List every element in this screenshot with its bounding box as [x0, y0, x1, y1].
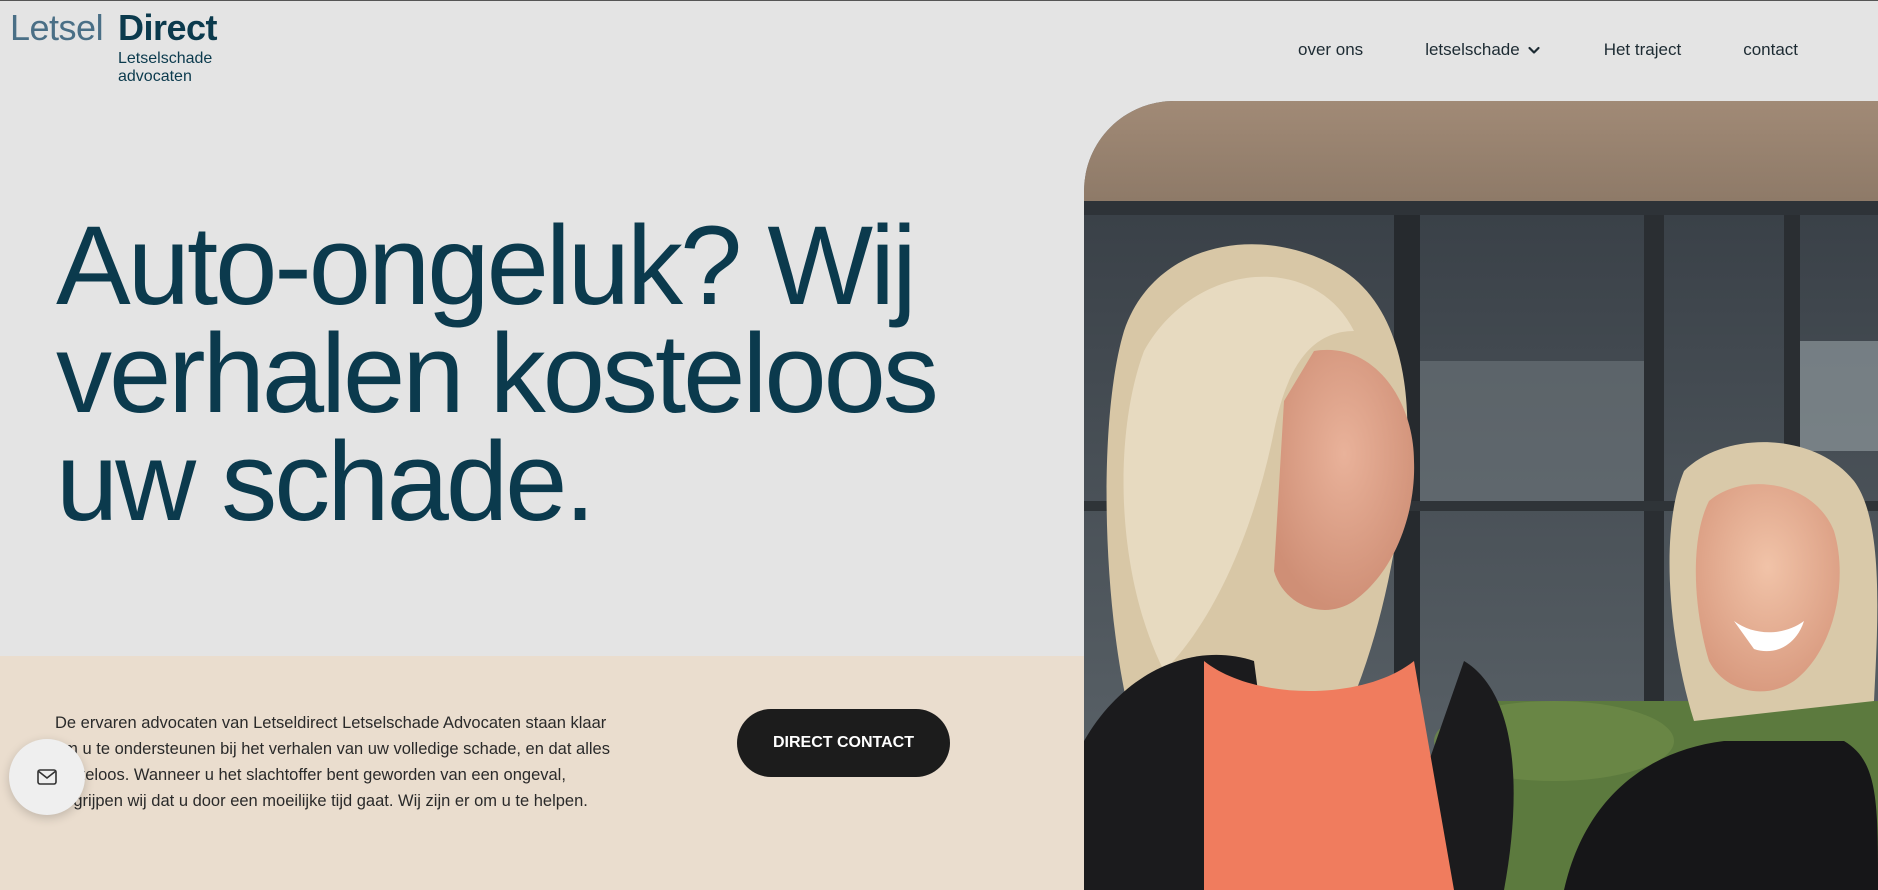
- nav-item-het-traject[interactable]: Het traject: [1604, 40, 1681, 60]
- nav-item-label: letselschade: [1425, 40, 1520, 59]
- hero-headline: Auto-ongeluk? Wij verhalen kosteloos uw …: [56, 210, 1016, 538]
- hero-photo: [1084, 101, 1878, 890]
- nav-item-letselschade[interactable]: letselschade: [1425, 40, 1542, 60]
- logo-subtitle-line2: advocaten: [118, 68, 192, 85]
- brand-logo[interactable]: Letsel Direct Letselschade advocaten: [10, 8, 240, 88]
- nav-item-label: contact: [1743, 40, 1798, 59]
- logo-subtitle: Letselschade advocaten: [118, 50, 212, 86]
- nav-item-label: over ons: [1297, 40, 1364, 59]
- direct-contact-button[interactable]: DIRECT CONTACT: [737, 709, 950, 777]
- logo-word-letsel: Letsel: [10, 7, 104, 48]
- headline-line-1: Auto-ongeluk? Wij: [56, 203, 917, 328]
- chevron-down-icon: [1528, 46, 1540, 54]
- nav-item-over-ons[interactable]: over ons: [1298, 40, 1363, 60]
- headline-line-3: uw schade.: [56, 419, 596, 544]
- nav-item-label: Het traject: [1603, 40, 1682, 59]
- main-nav: over ons letselschade Het traject contac…: [1298, 40, 1798, 60]
- headline-line-2: verhalen kosteloos: [56, 311, 939, 436]
- top-border: [0, 0, 1878, 1]
- hero-photo-illustration: [1084, 101, 1878, 890]
- hero-description: De ervaren advocaten van Letseldirect Le…: [55, 714, 610, 810]
- mail-button[interactable]: [9, 739, 85, 815]
- logo-word-direct: Direct: [118, 7, 218, 48]
- mail-icon: [37, 769, 57, 785]
- nav-item-contact[interactable]: contact: [1743, 40, 1798, 60]
- logo-subtitle-line1: Letselschade: [118, 50, 213, 67]
